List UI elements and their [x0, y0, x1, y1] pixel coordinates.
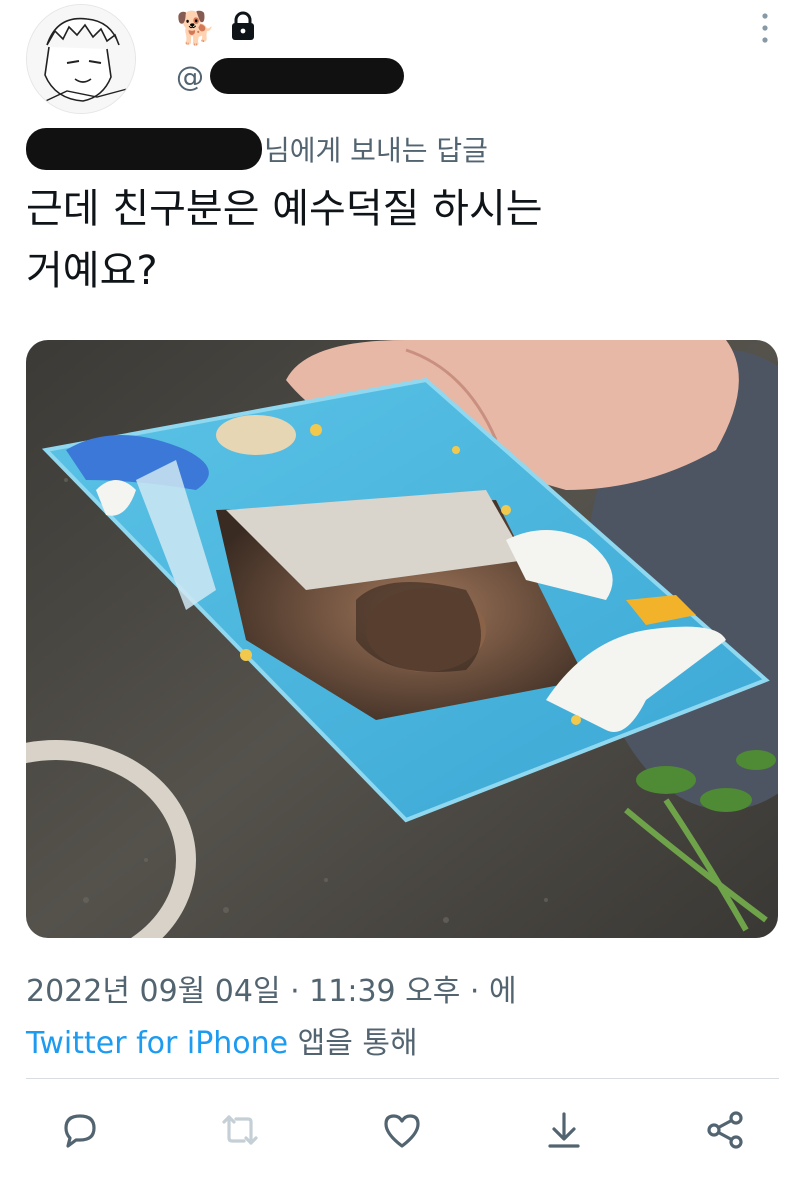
- more-options-icon[interactable]: [759, 10, 771, 46]
- source-suffix: 앱을 통해: [288, 1026, 418, 1061]
- display-name: 🐕: [176, 8, 256, 48]
- tweet-source: Twitter for iPhone 앱을 통해: [26, 1018, 517, 1070]
- divider: [26, 1078, 779, 1079]
- tweet-text-line-1: 근데 친구분은 예수덕질 하시는: [26, 186, 543, 232]
- reply-to-line: 님에게 보내는 답글: [26, 128, 488, 170]
- tweet-metadata: 2022년 09월 04일 · 11:39 오후 · 에 Twitter for…: [26, 966, 517, 1070]
- reply-icon[interactable]: [56, 1106, 104, 1156]
- share-network-icon[interactable]: [702, 1106, 750, 1156]
- redacted-handle: [210, 58, 404, 94]
- tweet-text: 근데 친구분은 예수덕질 하시는 거예요?: [26, 178, 766, 302]
- reply-to-label: 님에게 보내는 답글: [264, 134, 488, 167]
- avatar[interactable]: [26, 4, 136, 114]
- share-icon[interactable]: [540, 1106, 588, 1156]
- source-link[interactable]: Twitter for iPhone: [26, 1026, 288, 1061]
- tweet-text-line-2: 거예요?: [26, 248, 158, 294]
- handle[interactable]: @: [176, 58, 404, 94]
- handle-at-sign: @: [176, 59, 204, 93]
- action-bar: [0, 1106, 805, 1162]
- dog-emoji: 🐕: [176, 9, 216, 47]
- lock-icon: [230, 11, 256, 45]
- tweet-timestamp[interactable]: 2022년 09월 04일 · 11:39 오후 · 에: [26, 966, 517, 1018]
- like-icon[interactable]: [378, 1106, 426, 1156]
- retweet-icon[interactable]: [216, 1106, 264, 1156]
- tweet-photo[interactable]: [26, 340, 778, 938]
- redacted-reply-target[interactable]: [26, 128, 262, 170]
